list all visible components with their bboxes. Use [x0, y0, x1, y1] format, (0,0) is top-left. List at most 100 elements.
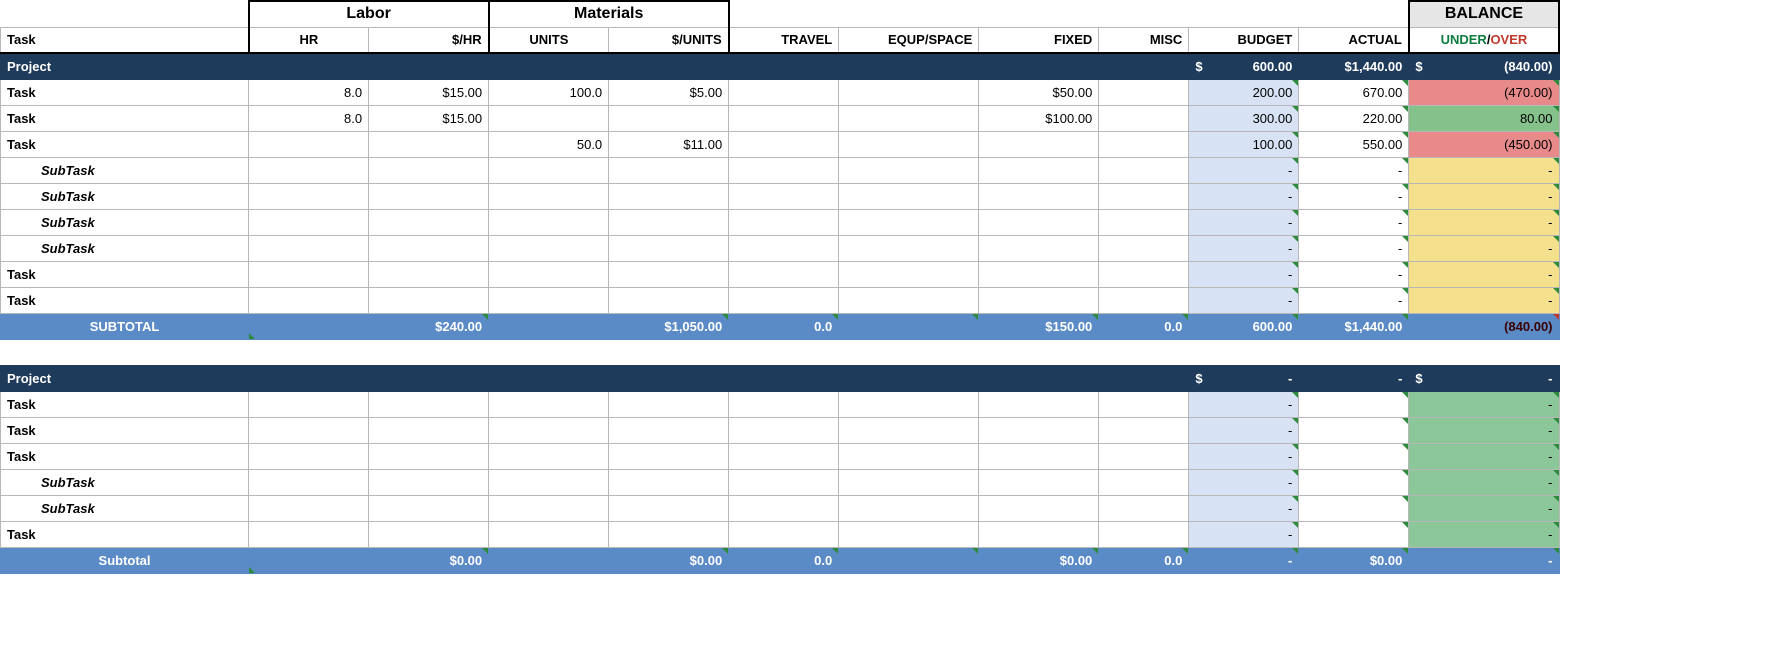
- cell-budget[interactable]: -: [1189, 469, 1299, 495]
- cell-hr[interactable]: [249, 391, 369, 417]
- cell-units[interactable]: [489, 417, 609, 443]
- cell-misc[interactable]: [1099, 235, 1189, 261]
- cell-hr[interactable]: [249, 287, 369, 313]
- cell-actual[interactable]: [1299, 417, 1409, 443]
- cell-travel[interactable]: [729, 209, 839, 235]
- cell-balance[interactable]: (470.00): [1409, 79, 1559, 105]
- row-label[interactable]: SubTask: [1, 209, 249, 235]
- cell-travel[interactable]: [729, 469, 839, 495]
- cell-dhr[interactable]: [369, 417, 489, 443]
- cell-balance[interactable]: -: [1409, 521, 1559, 547]
- cell-equp[interactable]: [839, 209, 979, 235]
- cell-travel[interactable]: [729, 261, 839, 287]
- cell-travel[interactable]: [729, 157, 839, 183]
- cell-dunits[interactable]: [609, 287, 729, 313]
- cell-travel[interactable]: [729, 105, 839, 131]
- cell-budget[interactable]: -: [1189, 417, 1299, 443]
- cell-budget[interactable]: 300.00: [1189, 105, 1299, 131]
- cell-misc[interactable]: [1099, 209, 1189, 235]
- cell-budget[interactable]: -: [1189, 521, 1299, 547]
- cell-units[interactable]: 50.0: [489, 131, 609, 157]
- cell-misc[interactable]: [1099, 495, 1189, 521]
- cell-travel[interactable]: [729, 417, 839, 443]
- cell-balance[interactable]: -: [1409, 417, 1559, 443]
- cell-fixed[interactable]: [979, 131, 1099, 157]
- cell-travel[interactable]: [729, 391, 839, 417]
- cell-travel[interactable]: [729, 495, 839, 521]
- cell-equp[interactable]: [839, 131, 979, 157]
- project-balance[interactable]: $-: [1409, 365, 1559, 391]
- cell-equp[interactable]: [839, 261, 979, 287]
- cell-misc[interactable]: [1099, 443, 1189, 469]
- cell-equp[interactable]: [839, 235, 979, 261]
- row-label[interactable]: Task: [1, 261, 249, 287]
- cell-balance[interactable]: -: [1409, 287, 1559, 313]
- cell-budget[interactable]: -: [1189, 235, 1299, 261]
- cell-units[interactable]: [489, 443, 609, 469]
- cell-equp[interactable]: [839, 157, 979, 183]
- project-balance[interactable]: $(840.00): [1409, 53, 1559, 79]
- row-label[interactable]: Task: [1, 443, 249, 469]
- cell-balance[interactable]: -: [1409, 391, 1559, 417]
- cell-budget[interactable]: -: [1189, 287, 1299, 313]
- row-label[interactable]: Task: [1, 131, 249, 157]
- cell-balance[interactable]: 80.00: [1409, 105, 1559, 131]
- cell-units[interactable]: [489, 469, 609, 495]
- cell-budget[interactable]: -: [1189, 443, 1299, 469]
- row-label[interactable]: SubTask: [1, 469, 249, 495]
- cell-equp[interactable]: [839, 417, 979, 443]
- cell-budget[interactable]: -: [1189, 157, 1299, 183]
- project-label[interactable]: Project: [1, 365, 249, 391]
- cell-fixed[interactable]: [979, 469, 1099, 495]
- cell-dunits[interactable]: [609, 469, 729, 495]
- cell-hr[interactable]: [249, 417, 369, 443]
- cell-dunits[interactable]: $11.00: [609, 131, 729, 157]
- row-label[interactable]: Task: [1, 79, 249, 105]
- cell-units[interactable]: [489, 287, 609, 313]
- cell-actual[interactable]: -: [1299, 261, 1409, 287]
- cell-dunits[interactable]: [609, 521, 729, 547]
- cell-equp[interactable]: [839, 79, 979, 105]
- project-actual[interactable]: $1,440.00: [1299, 53, 1409, 79]
- cell-fixed[interactable]: $100.00: [979, 105, 1099, 131]
- cell-fixed[interactable]: [979, 417, 1099, 443]
- cell-balance[interactable]: -: [1409, 261, 1559, 287]
- cell-dunits[interactable]: [609, 391, 729, 417]
- cell-budget[interactable]: -: [1189, 209, 1299, 235]
- cell-actual[interactable]: -: [1299, 183, 1409, 209]
- cell-units[interactable]: [489, 105, 609, 131]
- cell-actual[interactable]: [1299, 469, 1409, 495]
- cell-units[interactable]: [489, 521, 609, 547]
- cell-dunits[interactable]: $5.00: [609, 79, 729, 105]
- cell-balance[interactable]: -: [1409, 235, 1559, 261]
- row-label[interactable]: Task: [1, 417, 249, 443]
- cell-fixed[interactable]: [979, 235, 1099, 261]
- cell-dhr[interactable]: [369, 521, 489, 547]
- cell-fixed[interactable]: [979, 287, 1099, 313]
- cell-actual[interactable]: -: [1299, 209, 1409, 235]
- cell-equp[interactable]: [839, 391, 979, 417]
- cell-units[interactable]: [489, 209, 609, 235]
- cell-units[interactable]: [489, 183, 609, 209]
- cell-actual[interactable]: -: [1299, 157, 1409, 183]
- project-label[interactable]: Project: [1, 53, 249, 79]
- cell-dunits[interactable]: [609, 443, 729, 469]
- cell-misc[interactable]: [1099, 79, 1189, 105]
- cell-units[interactable]: 100.0: [489, 79, 609, 105]
- cell-dunits[interactable]: [609, 157, 729, 183]
- cell-dhr[interactable]: [369, 157, 489, 183]
- row-label[interactable]: SubTask: [1, 235, 249, 261]
- row-label[interactable]: SubTask: [1, 157, 249, 183]
- cell-dunits[interactable]: [609, 235, 729, 261]
- cell-misc[interactable]: [1099, 261, 1189, 287]
- cell-dhr[interactable]: [369, 469, 489, 495]
- cell-budget[interactable]: 100.00: [1189, 131, 1299, 157]
- cell-misc[interactable]: [1099, 521, 1189, 547]
- cell-travel[interactable]: [729, 131, 839, 157]
- row-label[interactable]: SubTask: [1, 495, 249, 521]
- cell-fixed[interactable]: [979, 391, 1099, 417]
- cell-travel[interactable]: [729, 287, 839, 313]
- cell-dhr[interactable]: [369, 235, 489, 261]
- cell-hr[interactable]: [249, 521, 369, 547]
- cell-equp[interactable]: [839, 183, 979, 209]
